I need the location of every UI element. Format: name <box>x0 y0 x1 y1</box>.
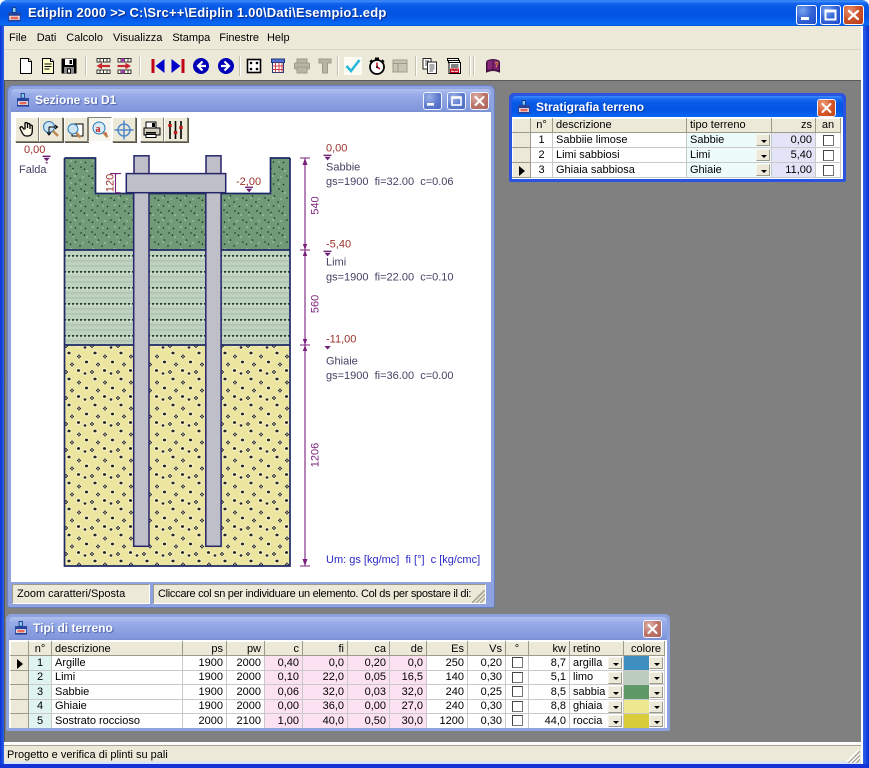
svg-text:gs=1900 fi=32.00 c=0.06: gs=1900 fi=32.00 c=0.06 <box>326 176 454 188</box>
svg-text:Ghiaie: Ghiaie <box>326 356 358 368</box>
svg-text:gs=1900 fi=22.00 c=0.10: gs=1900 fi=22.00 c=0.10 <box>326 272 454 284</box>
svg-text:Falda: Falda <box>19 164 47 176</box>
svg-text:0,00: 0,00 <box>24 144 45 156</box>
svg-text:0,00: 0,00 <box>326 143 347 155</box>
svg-text:120: 120 <box>105 174 117 192</box>
svg-text:1206: 1206 <box>310 443 322 467</box>
svg-text:a: a <box>95 124 100 135</box>
svg-text:-5,40: -5,40 <box>326 239 351 251</box>
svg-text:-11,00: -11,00 <box>326 334 356 346</box>
svg-text:-2,00: -2,00 <box>236 176 261 188</box>
svg-text:Sabbie: Sabbie <box>326 162 360 174</box>
svg-text:gs=1900 fi=36.00 c=0.00: gs=1900 fi=36.00 c=0.00 <box>326 370 454 382</box>
svg-text:?: ? <box>495 62 499 69</box>
svg-text:Um: gs [kg/mc] fi [°] c [kg/: Um: gs [kg/mc] fi [°] c [kg/cmc] <box>326 554 480 566</box>
svg-text:560: 560 <box>310 295 322 313</box>
svg-text:540: 540 <box>310 196 322 214</box>
svg-text:Limi: Limi <box>326 257 346 269</box>
